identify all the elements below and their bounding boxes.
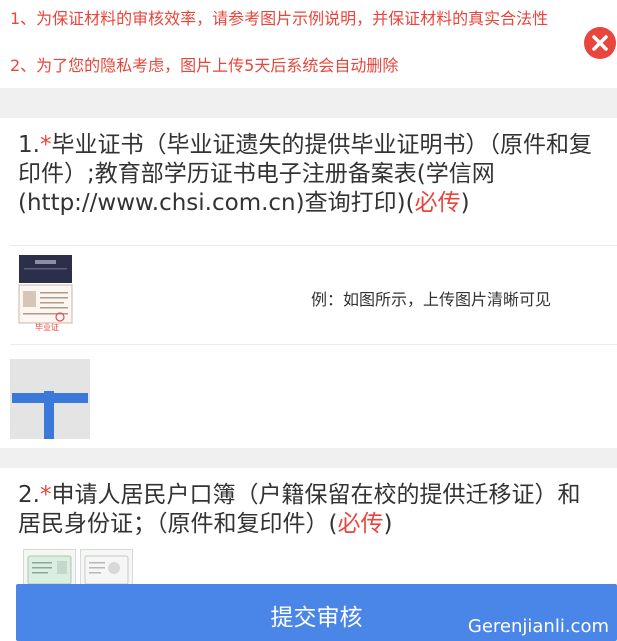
watermark-text: Gerenjianli.com bbox=[467, 616, 609, 637]
required-label: 必传 bbox=[337, 511, 384, 537]
notice-line-2: 2、为了您的隐私考虑，图片上传5天后系统会自动删除 bbox=[10, 56, 399, 75]
section-1-number: 1. bbox=[18, 132, 40, 158]
sample-diploma-image[interactable]: 毕业证 bbox=[18, 254, 73, 332]
close-button[interactable] bbox=[584, 27, 616, 59]
section-1-title-text: 毕业证书（毕业证遗失的提供毕业证明书）（原件和复印件）;教育部学历证书电子注册备… bbox=[18, 132, 592, 216]
notice-line-1: 1、为保证材料的审核效率，请参考图片示例说明，并保证材料的真实合法性 bbox=[10, 9, 549, 28]
section-gap bbox=[0, 448, 617, 468]
diploma-sample-graphic bbox=[18, 255, 73, 324]
section-1-close-paren: ) bbox=[460, 190, 470, 216]
sample-household-register-image[interactable] bbox=[80, 549, 133, 587]
section-2-number: 2. bbox=[18, 482, 40, 508]
section-2-title: 2.*申请人居民户口簿（户籍保留在校的提供迁移证）和居民身份证；（原件和复印件）… bbox=[18, 481, 603, 539]
id-card-sample-graphic bbox=[27, 555, 72, 585]
plus-icon-vertical bbox=[44, 391, 54, 439]
sample-caption: 毕业证 bbox=[35, 323, 59, 332]
close-icon bbox=[592, 35, 608, 51]
sample-id-images bbox=[18, 549, 133, 589]
notice-panel: 1、为保证材料的审核效率，请参考图片示例说明，并保证材料的真实合法性 2、为了您… bbox=[0, 0, 617, 88]
required-star: * bbox=[39, 482, 52, 508]
required-star: * bbox=[39, 132, 52, 158]
upload-image-button[interactable] bbox=[10, 359, 90, 439]
sample-hint: 例：如图所示，上传图片清晰可见 bbox=[311, 290, 552, 309]
section-gap bbox=[0, 88, 617, 118]
divider bbox=[10, 245, 617, 246]
divider bbox=[10, 344, 617, 345]
required-label: 必传 bbox=[414, 190, 461, 216]
section-2-close-paren: ) bbox=[383, 511, 393, 537]
sample-id-card-image[interactable] bbox=[23, 549, 76, 587]
section-1-title: 1.*毕业证书（毕业证遗失的提供毕业证明书）（原件和复印件）;教育部学历证书电子… bbox=[18, 131, 603, 218]
household-register-sample-graphic bbox=[84, 555, 129, 585]
section-2-title-text: 申请人居民户口簿（户籍保留在校的提供迁移证）和居民身份证；（原件和复印件）( bbox=[18, 482, 581, 537]
